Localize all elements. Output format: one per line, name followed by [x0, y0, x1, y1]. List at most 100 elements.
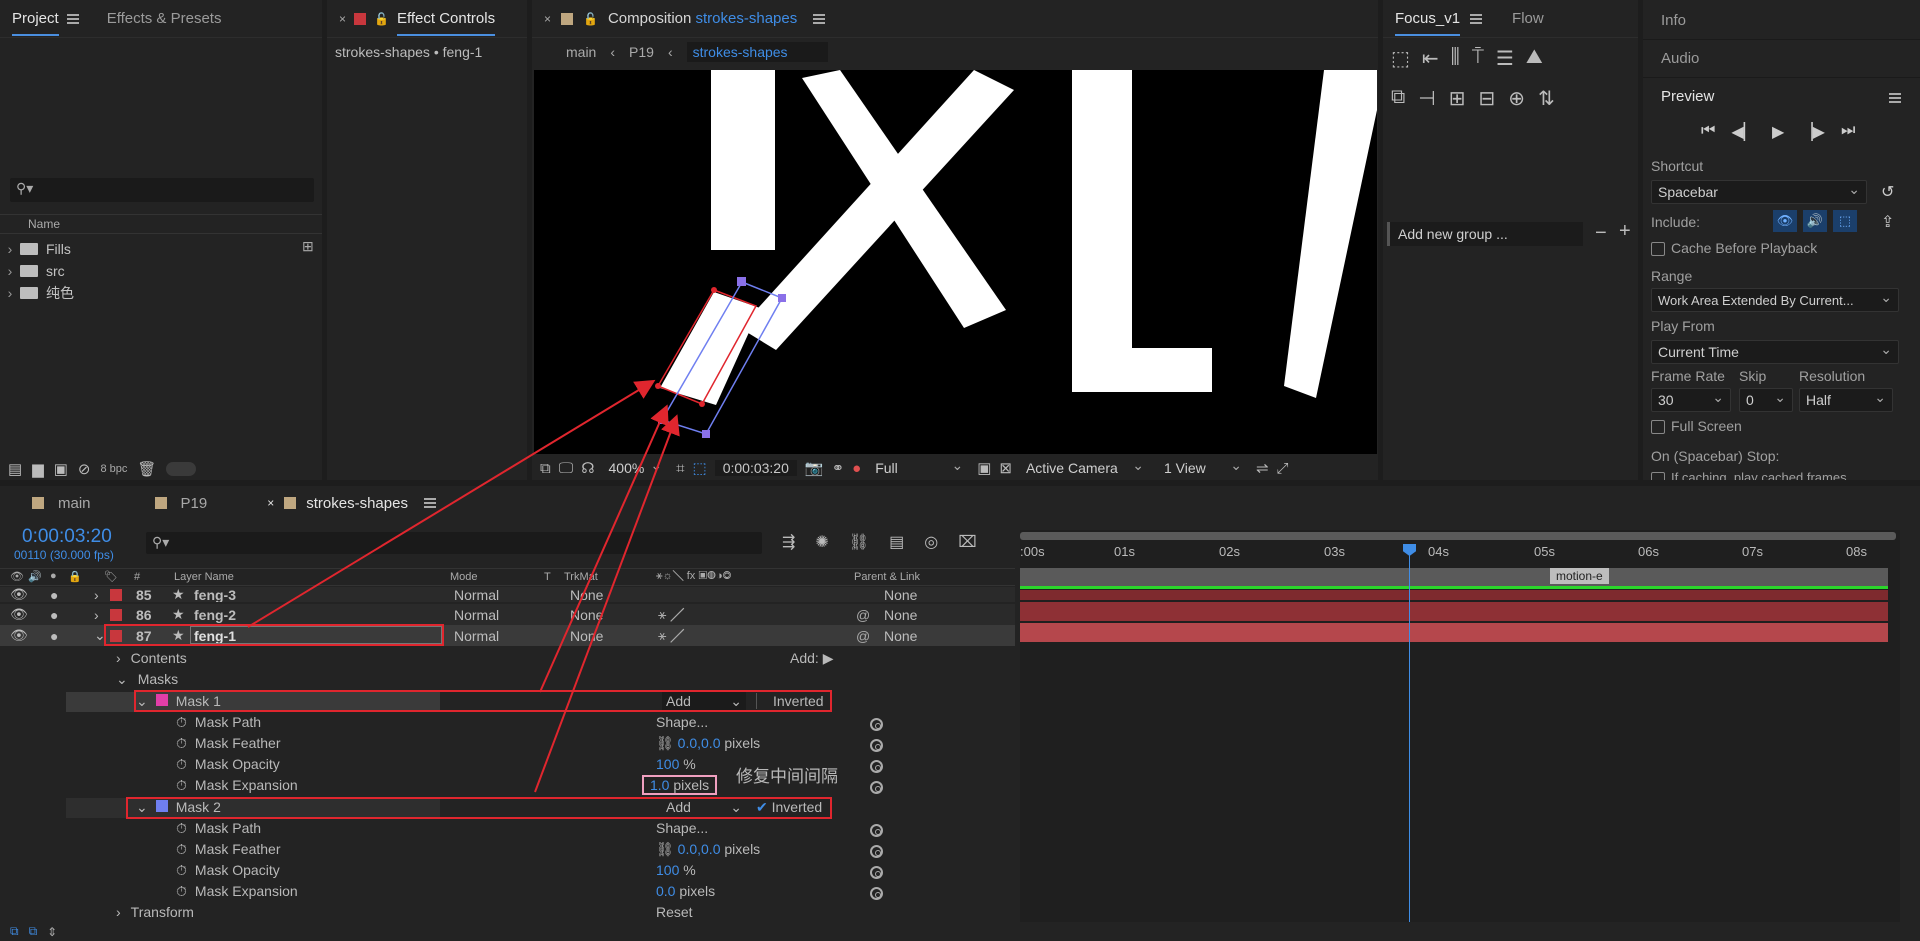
mask-2-expansion-value[interactable]: 0.0 pixels — [656, 883, 715, 899]
preview-menu-icon[interactable] — [1889, 93, 1901, 103]
resolution-select[interactable]: Full — [869, 458, 969, 478]
always-preview-icon[interactable]: ⧉ — [540, 460, 551, 477]
mask-1-opacity-value[interactable]: 100 % — [656, 756, 696, 772]
playhead-line[interactable] — [1409, 544, 1410, 922]
timecode-display[interactable]: 0:00:03:20 — [22, 526, 112, 548]
label-icon[interactable]: 🏷 — [104, 570, 118, 583]
layer-mode[interactable]: Normal — [454, 628, 499, 644]
align-icon[interactable]: ⧉ — [1391, 86, 1405, 111]
solo-dot[interactable]: ● — [50, 587, 58, 602]
shy-icon[interactable]: ⛓ — [849, 532, 869, 552]
layer-name[interactable]: feng-2 — [194, 607, 236, 623]
graph-spiral-icon[interactable] — [870, 718, 883, 731]
project-search-input[interactable]: ⚲▾ — [10, 178, 314, 202]
stopwatch-icon[interactable]: ⏱ — [176, 735, 187, 751]
fast-preview-icon[interactable]: ⤢ — [1277, 460, 1289, 477]
reset-icon[interactable]: ↺ — [1881, 182, 1894, 202]
render-time-icon[interactable]: ⧉ — [10, 924, 19, 939]
camera-snapshot-icon[interactable]: 📷 — [805, 459, 824, 477]
graph-spiral-icon[interactable] — [870, 739, 883, 752]
link-icon[interactable]: ⛓ — [656, 735, 674, 751]
chevron-right-icon[interactable]: › — [0, 241, 20, 257]
layer-trkmat[interactable]: None — [570, 628, 603, 644]
layer-switch-icons[interactable]: ⚹ ╱ — [658, 606, 684, 623]
layer-bar[interactable] — [1020, 602, 1888, 621]
arrow-left-icon[interactable]: ⇤ — [1422, 46, 1439, 71]
chevron-right-icon[interactable]: › — [0, 285, 20, 301]
graph-spiral-icon[interactable] — [870, 866, 883, 879]
comp-flowchart-icon[interactable]: ⇶ — [782, 532, 795, 552]
mask-2-feather-value[interactable]: ⛓ 0.0,0.0 pixels — [656, 841, 760, 858]
stopwatch-icon[interactable]: ⏱ — [176, 777, 187, 793]
list-item[interactable]: › Fills — [0, 238, 322, 260]
layer-label-swatch[interactable] — [110, 588, 122, 601]
align-add-icon[interactable]: ⊕ — [1508, 86, 1525, 111]
stopwatch-icon[interactable]: ⏱ — [176, 883, 187, 899]
region-of-interest-icon[interactable]: ▣ — [977, 459, 991, 477]
col-trkmat[interactable]: TrkMat — [564, 571, 598, 583]
comp-marker[interactable]: motion-e — [1550, 568, 1609, 584]
layer-parent[interactable]: None — [884, 587, 917, 602]
tab-main[interactable]: main — [32, 495, 91, 512]
contents-row[interactable]: › Contents — [116, 650, 187, 666]
tab-project[interactable]: Project — [12, 10, 59, 36]
timeline-graph[interactable]: :00s 01s 02s 03s 04s 05s 06s 07s 08s mot… — [1020, 530, 1900, 922]
tab-p19[interactable]: P19 — [154, 495, 207, 512]
lock-icon[interactable]: 🔒 — [68, 570, 82, 583]
graph-spiral-icon[interactable] — [870, 760, 883, 773]
skip-select[interactable]: 0 — [1739, 388, 1793, 412]
prev-frame-icon[interactable]: ◀︎▏ — [1731, 122, 1756, 142]
show-snapshot-icon[interactable]: ⚭ — [832, 459, 845, 477]
plus-icon[interactable]: + — [1619, 220, 1631, 243]
first-frame-icon[interactable]: ⏮ — [1701, 122, 1715, 142]
graph-editor-icon[interactable]: ⌧ — [958, 532, 976, 552]
next-frame-icon[interactable]: ▕▶︎ — [1800, 122, 1825, 142]
close-icon[interactable]: × — [339, 12, 346, 26]
switches-icons[interactable]: ⚹☼╲ fx ▣◍◑◎ — [656, 570, 731, 583]
transform-row[interactable]: › Transform — [116, 904, 194, 920]
stopwatch-icon[interactable]: ⏱ — [176, 862, 187, 878]
column-name[interactable]: Name — [28, 217, 60, 231]
fullscreen-checkbox[interactable]: Full Screen — [1651, 418, 1742, 435]
project-settings-icon[interactable]: ⊘ — [78, 460, 91, 478]
cache-checkbox[interactable]: Cache Before Playback — [1651, 240, 1817, 257]
list-item[interactable]: › src — [0, 260, 322, 282]
work-area-bar[interactable] — [1020, 532, 1896, 540]
layer-parent[interactable]: None — [884, 628, 917, 644]
close-icon[interactable]: × — [267, 496, 274, 510]
comp-viewer[interactable] — [534, 70, 1377, 454]
layer-mode[interactable]: Normal — [454, 587, 499, 602]
interpret-footage-icon[interactable]: ▤ — [8, 460, 22, 478]
breadcrumb-strokes-shapes[interactable]: strokes-shapes — [686, 42, 828, 62]
pickwhip-icon[interactable]: @ — [856, 628, 870, 644]
graph-spiral-icon[interactable] — [870, 781, 883, 794]
pin-icon[interactable]: ⍑ — [1472, 46, 1484, 71]
chevron-right-icon[interactable]: › — [0, 263, 20, 279]
toggle-switch[interactable] — [166, 462, 197, 476]
tab-focus[interactable]: Focus_v1 — [1395, 10, 1461, 36]
eye-icon[interactable]: 👁 — [10, 570, 24, 583]
mask-1-expansion-value[interactable]: 1.0 pixels — [642, 775, 718, 795]
play-from-select[interactable]: Current Time — [1651, 340, 1899, 364]
tab-effects-presets[interactable]: Effects & Presets — [107, 10, 222, 27]
tab-composition[interactable]: Composition strokes-shapes — [608, 10, 797, 27]
mask-1-feather-value[interactable]: ⛓ 0.0,0.0 pixels — [656, 735, 760, 752]
eye-icon[interactable]: 👁 — [10, 587, 28, 602]
mask-icon[interactable]: ☊ — [581, 459, 594, 477]
distribute-icon[interactable]: ⇅ — [1538, 86, 1555, 111]
col-mode[interactable]: Mode — [450, 571, 478, 583]
time-ruler[interactable]: :00s 01s 02s 03s 04s 05s 06s 07s 08s — [1020, 544, 1896, 566]
chevron-right-icon[interactable]: › — [94, 587, 99, 602]
export-icon[interactable]: ⇪ — [1881, 212, 1894, 232]
motion-blur-icon[interactable]: ◎ — [924, 532, 938, 552]
graph-spiral-icon[interactable] — [870, 845, 883, 858]
add-label[interactable]: Add: ▶︎ — [790, 650, 833, 667]
monitor-icon[interactable]: 🖵 — [559, 460, 573, 477]
draft-3d-icon[interactable]: ✺ — [815, 532, 828, 552]
layer-name[interactable]: feng-3 — [194, 587, 236, 602]
project-menu-icon[interactable] — [66, 13, 79, 24]
audio-section[interactable]: Audio — [1643, 40, 1920, 78]
view-layout-select[interactable]: 1 View — [1158, 458, 1248, 478]
timeline-search-input[interactable]: ⚲▾ — [146, 532, 762, 554]
frame-icon[interactable]: ⧉ — [29, 924, 38, 939]
